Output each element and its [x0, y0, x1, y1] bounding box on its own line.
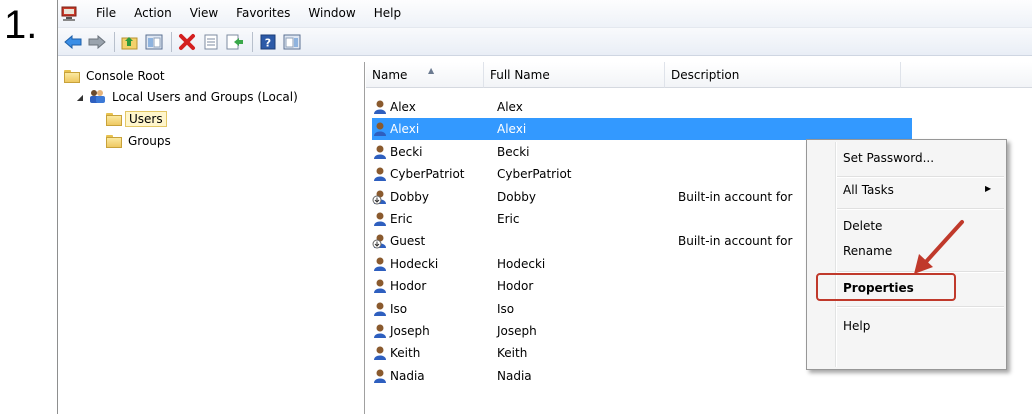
console-tree: Console Root ◢ Local Users and Groups (L… — [58, 62, 365, 414]
tree-item-label: Groups — [128, 134, 171, 148]
cell-name: Guest — [390, 234, 426, 249]
toolbar: ? — [58, 28, 1032, 56]
table-row[interactable]: Alex Alex — [372, 96, 912, 118]
back-icon[interactable] — [62, 31, 84, 53]
cell-name: Joseph — [390, 324, 430, 338]
cell-name: Dobby — [390, 189, 429, 204]
submenu-arrow-icon: ▶ — [985, 184, 992, 193]
tree-item-groups[interactable]: Groups — [106, 131, 171, 151]
column-header-label: Name — [372, 68, 408, 82]
properties-icon[interactable] — [200, 31, 222, 53]
menu-item-help[interactable]: Help — [843, 315, 870, 337]
column-header-description[interactable]: Description — [665, 62, 901, 88]
cell-name: Hodor — [390, 279, 427, 294]
cell-name: Eric — [390, 212, 413, 226]
user-icon — [372, 121, 390, 137]
cell-full-name: Iso — [497, 301, 515, 316]
cell-full-name: Hodor — [497, 279, 534, 294]
computer-management-icon — [61, 6, 77, 22]
user-icon — [372, 166, 390, 182]
menu-separator — [837, 176, 1004, 178]
folder-icon — [106, 112, 122, 126]
tree-item-label: Users — [125, 111, 167, 127]
up-folder-icon[interactable] — [119, 31, 141, 53]
menu-bar: File Action View Favorites Window Help — [58, 0, 1032, 28]
svg-text:?: ? — [265, 36, 271, 49]
tree-item-local-users-groups[interactable]: ◢ Local Users and Groups (Local) — [74, 87, 298, 107]
show-hide-action-pane-icon[interactable] — [281, 31, 303, 53]
menu-view[interactable]: View — [181, 0, 227, 27]
user-icon — [372, 256, 390, 272]
menu-file[interactable]: File — [87, 0, 125, 27]
cell-name: Hodecki — [390, 256, 439, 271]
menu-action[interactable]: Action — [125, 0, 181, 27]
cell-full-name: Alex — [497, 100, 523, 114]
user-icon — [372, 345, 390, 361]
cell-name: Alexi — [390, 122, 420, 137]
expand-arrow-icon[interactable]: ◢ — [74, 93, 86, 102]
users-group-icon — [88, 88, 106, 107]
column-header-full-name[interactable]: Full Name — [484, 62, 665, 88]
column-header-empty — [901, 62, 1032, 88]
cell-name: Alex — [390, 100, 416, 114]
cell-full-name: Alexi — [497, 122, 527, 137]
column-header-label: Description — [671, 68, 740, 82]
column-header-name[interactable]: Name ▲ — [366, 62, 484, 88]
tree-item-label: Console Root — [86, 69, 165, 83]
menu-item-delete[interactable]: Delete — [843, 215, 882, 237]
user-icon — [372, 323, 390, 339]
menu-favorites[interactable]: Favorites — [227, 0, 299, 27]
toolbar-separator — [171, 31, 172, 52]
cell-name: Becki — [390, 144, 423, 159]
folder-icon — [64, 69, 80, 83]
menu-item-rename[interactable]: Rename — [843, 240, 892, 262]
cell-full-name: Joseph — [497, 324, 537, 338]
export-list-icon[interactable] — [224, 31, 246, 53]
cell-full-name: Hodecki — [497, 256, 546, 271]
tree-item-label: Local Users and Groups (Local) — [112, 90, 298, 104]
mmc-window: File Action View Favorites Window Help ?… — [57, 0, 1032, 414]
cell-name: Iso — [390, 301, 408, 316]
cell-full-name: Nadia — [497, 368, 532, 383]
disabled-user-icon — [372, 233, 390, 249]
show-hide-tree-icon[interactable] — [143, 31, 165, 53]
user-icon — [372, 278, 390, 294]
cell-full-name: Dobby — [497, 189, 536, 204]
cell-name: Nadia — [390, 368, 425, 383]
table-row[interactable]: Alexi Alexi — [372, 118, 912, 141]
toolbar-separator — [252, 31, 253, 52]
folder-icon — [106, 134, 122, 148]
tree-item-users[interactable]: Users — [106, 109, 167, 129]
delete-icon[interactable] — [176, 31, 198, 53]
menu-help[interactable]: Help — [365, 0, 410, 27]
column-header-label: Full Name — [490, 68, 550, 82]
cell-name: Keith — [390, 346, 421, 361]
user-icon — [372, 211, 390, 227]
cell-description: Built-in account for — [678, 189, 793, 204]
step-number: 1. — [4, 3, 38, 47]
user-icon — [372, 99, 390, 115]
cell-full-name: CyberPatriot — [497, 167, 572, 182]
menu-item-set-password[interactable]: Set Password... — [843, 147, 934, 169]
cell-description: Built-in account for — [678, 234, 793, 249]
cell-full-name: Keith — [497, 346, 528, 361]
user-icon — [372, 144, 390, 160]
menu-window[interactable]: Window — [299, 0, 364, 27]
toolbar-separator — [114, 31, 115, 52]
cell-full-name: Becki — [497, 144, 530, 159]
annotation-arrow-icon — [914, 220, 964, 274]
cell-name: CyberPatriot — [390, 167, 465, 182]
tree-item-console-root[interactable]: Console Root — [64, 66, 165, 86]
help-icon[interactable]: ? — [257, 31, 279, 53]
menu-separator — [837, 208, 1004, 210]
menu-item-all-tasks[interactable]: All Tasks — [843, 179, 894, 201]
forward-icon[interactable] — [86, 31, 108, 53]
menu-separator — [837, 306, 1004, 308]
cell-full-name: Eric — [497, 212, 520, 226]
disabled-user-icon — [372, 189, 390, 205]
user-icon — [372, 368, 390, 384]
sort-ascending-icon: ▲ — [428, 66, 435, 75]
user-icon — [372, 301, 390, 317]
